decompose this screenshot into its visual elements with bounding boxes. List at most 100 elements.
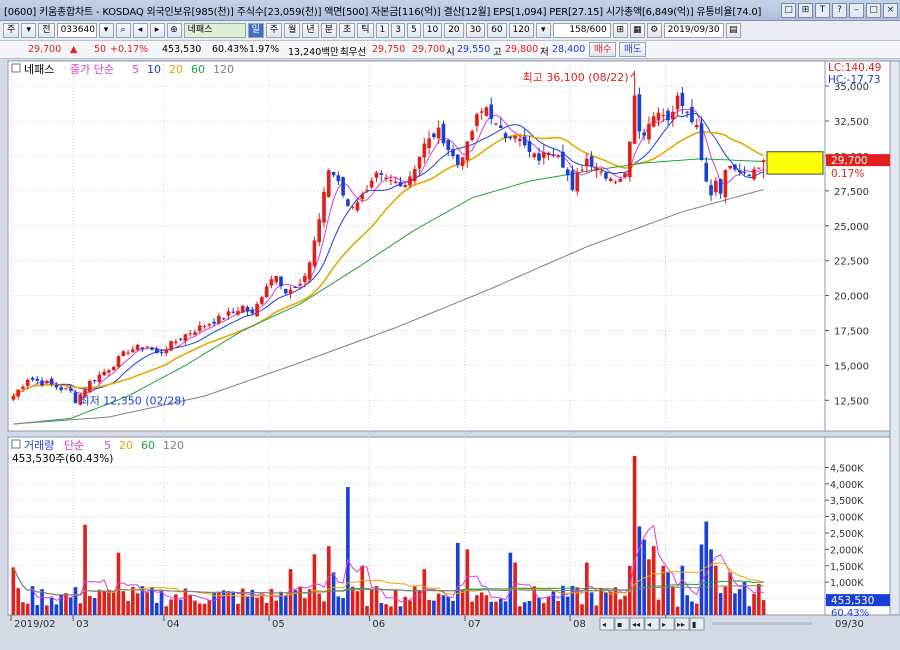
volume-bar — [59, 594, 63, 615]
chart-area[interactable]: 35,00032,50030,00027,50025,00022,50020,0… — [0, 59, 900, 650]
period-day[interactable]: 일 — [247, 23, 264, 38]
interval-3[interactable]: 3 — [391, 23, 405, 38]
close-button[interactable]: × — [883, 2, 898, 18]
candle-body — [527, 141, 532, 153]
link-icon[interactable]: ⊕ — [166, 23, 182, 38]
volume-bar — [178, 599, 183, 615]
period-second[interactable]: 초 — [338, 23, 356, 38]
volume-bar — [365, 606, 369, 615]
interval-5[interactable]: 5 — [407, 23, 421, 38]
volume-bar — [260, 594, 264, 615]
candle-body — [350, 206, 355, 208]
candle-body — [522, 136, 527, 146]
candle-body — [25, 379, 30, 386]
minimize-button[interactable]: – — [849, 2, 864, 18]
interval-60[interactable]: 60 — [487, 23, 507, 38]
calendar-icon[interactable]: ▤ — [725, 23, 741, 38]
code-dropdown-icon[interactable]: ▾ — [98, 23, 114, 38]
candle-body — [260, 297, 264, 304]
interval-20[interactable]: 20 — [444, 23, 464, 38]
volume-bar — [169, 599, 173, 615]
interval-1[interactable]: 1 — [375, 23, 390, 38]
interval-dropdown-icon[interactable]: ▾ — [535, 23, 551, 38]
date-input[interactable]: 2019/09/30 — [663, 23, 724, 38]
volume-bar — [107, 589, 111, 615]
volume-bar — [207, 600, 212, 615]
code-input[interactable]: 033640 — [56, 23, 97, 38]
layout-button[interactable]: □ — [781, 2, 796, 18]
volume-tick-label: 1,500K — [830, 562, 864, 573]
volume-bar — [666, 572, 670, 615]
volume-bar — [68, 597, 73, 615]
candle-body — [54, 384, 59, 388]
quote-arrow: ▲ — [70, 44, 78, 55]
maximize-button[interactable]: □ — [866, 2, 881, 18]
candle-body — [728, 165, 732, 169]
candle-body — [197, 325, 202, 331]
candle-body — [121, 351, 126, 356]
volume-bar — [188, 594, 193, 615]
volume-bar — [226, 591, 231, 615]
candle-body — [479, 111, 484, 113]
interval-120[interactable]: 120 — [508, 23, 534, 38]
main-select[interactable]: 주 — [3, 23, 20, 38]
volume-bar — [518, 606, 522, 615]
gear-icon[interactable]: ⚙ — [646, 23, 662, 38]
volume-bar — [49, 597, 54, 615]
zoom-slider[interactable] — [712, 622, 812, 625]
sub-select[interactable]: 전 — [38, 23, 55, 38]
order-box[interactable] — [766, 151, 824, 175]
page-count[interactable]: 158/600 — [552, 23, 611, 38]
volume-legend-ma-label: 단순 — [64, 439, 84, 452]
nav-next-icon-glyph: ▸ — [662, 620, 666, 629]
candle-body — [637, 94, 642, 132]
prev-icon[interactable]: ◂ — [132, 23, 148, 38]
settings-grid-icon[interactable]: ⊞ — [612, 23, 628, 38]
stock-chart[interactable]: 35,00032,50030,00027,50025,00022,50020,0… — [0, 59, 900, 650]
candle-body — [236, 311, 240, 315]
volume-bar — [236, 603, 240, 615]
period-week[interactable]: 주 — [265, 23, 283, 38]
volume-bar — [322, 601, 326, 615]
volume-bar — [11, 567, 16, 615]
period-minute[interactable]: 분 — [320, 23, 337, 38]
dropdown-arrow-icon[interactable]: ▾ — [21, 23, 37, 38]
candle-body — [757, 167, 761, 169]
candle-body — [154, 348, 159, 354]
period-month[interactable]: 월 — [284, 23, 301, 38]
candle-body — [312, 240, 317, 267]
table-icon[interactable]: ▦ — [629, 23, 645, 38]
period-year[interactable]: 년 — [302, 23, 319, 38]
candle-body — [752, 169, 756, 180]
vertical-scrollbar[interactable] — [889, 60, 900, 616]
next-icon[interactable]: ▸ — [149, 23, 165, 38]
buy-button[interactable]: 매수 — [589, 42, 617, 57]
text-button[interactable]: T — [815, 2, 830, 18]
candle-body — [231, 311, 236, 313]
search-icon[interactable]: ⌕ — [115, 23, 131, 38]
period-tick[interactable]: 틱 — [357, 23, 374, 38]
candle-body — [322, 191, 326, 223]
candle-body — [694, 125, 699, 128]
candle-body — [733, 164, 737, 170]
stock-name[interactable]: 네패스 — [183, 23, 246, 38]
candle-body — [288, 289, 293, 294]
candle-body — [174, 341, 178, 344]
volume-bar — [656, 599, 661, 615]
quote-change: 50 — [94, 44, 107, 55]
interval-10[interactable]: 10 — [422, 23, 443, 38]
interval-30[interactable]: 30 — [465, 23, 486, 38]
volume-bar — [221, 590, 226, 615]
candle-body — [408, 176, 412, 186]
candle-body — [613, 181, 618, 183]
volume-bar — [623, 595, 627, 615]
volume-bar — [245, 596, 250, 615]
help-button[interactable]: ? — [832, 2, 847, 18]
candle-body — [671, 111, 675, 120]
candle-body — [513, 136, 517, 139]
candle-body — [709, 185, 713, 196]
volume-legend-ma5: 5 — [104, 439, 111, 452]
grid-button[interactable]: ⊞ — [798, 2, 813, 18]
volume-bar — [718, 593, 723, 615]
sell-button[interactable]: 매도 — [619, 42, 647, 57]
